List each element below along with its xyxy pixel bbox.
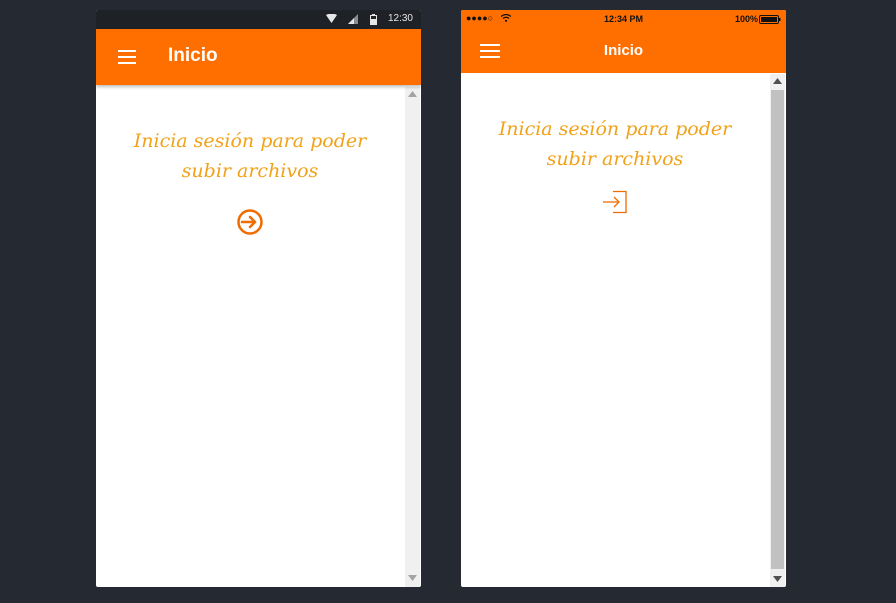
nav-bar: Inicio <box>461 29 786 73</box>
scrollbar[interactable] <box>405 87 420 587</box>
page-title: Inicio <box>168 45 218 66</box>
login-button[interactable] <box>236 208 264 240</box>
battery-icon <box>759 15 781 24</box>
login-circle-arrow-icon <box>237 209 263 235</box>
login-prompt-text: Inicia sesión para poder subir archivos <box>133 130 367 182</box>
battery-icon <box>370 14 377 25</box>
login-arrow-box-icon <box>603 190 627 214</box>
scrollbar[interactable] <box>770 74 785 587</box>
content-area: Inicia sesión para poder subir archivos <box>96 126 404 240</box>
scroll-up-arrow-icon[interactable] <box>408 91 417 97</box>
android-screen: 12:30 Inicio Inicia sesión para poder su… <box>96 10 421 587</box>
scroll-up-arrow-icon[interactable] <box>773 78 782 84</box>
content-area: Inicia sesión para poder subir archivos <box>461 114 769 218</box>
ios-screen: ●●●●○ 12:34 PM 100% Inicio Inicia sesión… <box>461 10 786 587</box>
battery-percent: 100% <box>734 14 758 24</box>
app-bar: Inicio <box>96 29 421 85</box>
wifi-icon <box>326 14 337 23</box>
scroll-down-arrow-icon[interactable] <box>408 575 417 581</box>
login-prompt-text: Inicia sesión para poder subir archivos <box>498 118 732 170</box>
page-title: Inicio <box>603 42 644 59</box>
login-button[interactable] <box>601 190 629 218</box>
android-status-bar: 12:30 <box>96 10 421 29</box>
scroll-down-arrow-icon[interactable] <box>773 576 782 582</box>
ios-status-bar: ●●●●○ 12:34 PM 100% <box>461 10 786 29</box>
scrollbar-thumb[interactable] <box>771 90 784 569</box>
hamburger-menu-icon[interactable] <box>118 50 136 64</box>
signal-icon <box>348 14 358 24</box>
status-time: 12:30 <box>387 13 413 24</box>
